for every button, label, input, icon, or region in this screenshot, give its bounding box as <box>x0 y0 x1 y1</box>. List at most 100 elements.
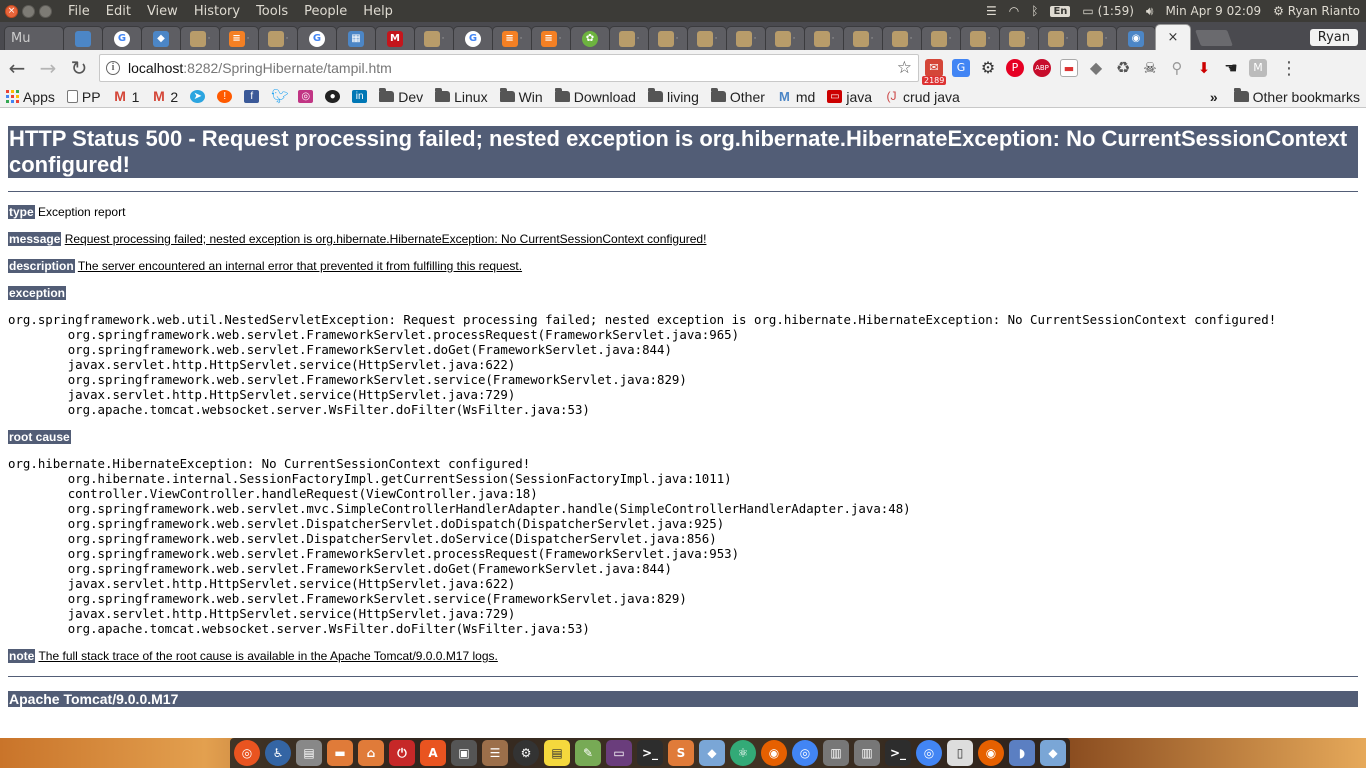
battery-indicator[interactable]: ▭ (1:59) <box>1082 4 1133 18</box>
menu-view[interactable]: View <box>139 4 186 19</box>
tab[interactable]: ✿ <box>570 26 610 50</box>
steam-icon[interactable]: ⚙ <box>513 740 539 766</box>
bookmark-apps[interactable]: Apps <box>0 89 61 105</box>
tab[interactable]: · <box>180 26 220 50</box>
bookmark-java[interactable]: ▭ java <box>821 89 878 105</box>
home-icon[interactable]: ⌂ <box>358 740 384 766</box>
menu-help[interactable]: Help <box>355 4 401 19</box>
bookmark-folder-other[interactable]: Other <box>705 88 771 105</box>
tab[interactable] <box>63 26 103 50</box>
atom-icon[interactable]: ⚛ <box>730 740 756 766</box>
tab[interactable]: · <box>843 26 883 50</box>
bookmark-folder-living[interactable]: living <box>642 88 705 105</box>
recycle-extension-icon[interactable]: ♻ <box>1114 59 1132 77</box>
volume-icon[interactable]: 🔊︎ <box>1146 4 1154 19</box>
folder-icon[interactable]: ▬ <box>327 740 353 766</box>
adblock-plus-extension-icon[interactable]: ABP <box>1033 59 1051 77</box>
virtualbox-icon[interactable]: ◆ <box>1040 740 1066 766</box>
bookmark-linkedin[interactable]: in <box>346 90 373 103</box>
hamburger-icon[interactable]: ☰ <box>986 4 997 18</box>
close-tab-icon[interactable]: × <box>1168 30 1179 45</box>
bookmark-gmail-2[interactable]: M2 <box>145 89 184 105</box>
tab[interactable]: · <box>882 26 922 50</box>
tab[interactable]: ◆ <box>141 26 181 50</box>
tab[interactable]: G <box>453 26 493 50</box>
bookmark-alert[interactable]: ! <box>211 90 238 103</box>
tab[interactable]: · <box>960 26 1000 50</box>
bookmark-folder-linux[interactable]: Linux <box>429 88 493 105</box>
tab[interactable]: ≡ · <box>219 26 259 50</box>
pinterest-extension-icon[interactable]: P <box>1006 59 1024 77</box>
tab[interactable]: · <box>687 26 727 50</box>
tab[interactable]: G <box>297 26 337 50</box>
wifi-icon[interactable]: ◠ <box>1009 4 1019 18</box>
tab[interactable]: · <box>1038 26 1078 50</box>
terminal-icon[interactable]: >_ <box>885 740 911 766</box>
bookmark-instagram[interactable]: ◎ <box>292 90 319 103</box>
user-menu[interactable]: ⚙ Ryan Rianto <box>1273 4 1360 18</box>
bookmark-folder-dev[interactable]: Dev <box>373 88 429 105</box>
hand-extension-icon[interactable]: ☚ <box>1222 59 1240 77</box>
firefox-icon[interactable]: ◉ <box>761 740 787 766</box>
menu-people[interactable]: People <box>296 4 355 19</box>
tab[interactable]: · <box>648 26 688 50</box>
translate-extension-icon[interactable]: G <box>952 59 970 77</box>
layers-extension-icon[interactable]: ◆ <box>1087 59 1105 77</box>
ubuntu-logo-icon[interactable]: ◎ <box>234 740 260 766</box>
tab[interactable]: · <box>726 26 766 50</box>
gmail-extension-icon[interactable]: ✉ 2189 <box>922 59 947 85</box>
tab[interactable]: · <box>804 26 844 50</box>
keyboard-layout[interactable]: En <box>1050 5 1071 17</box>
menu-history[interactable]: History <box>186 4 248 19</box>
tab-active[interactable]: × <box>1155 24 1191 50</box>
mixer-icon[interactable]: ☰ <box>482 740 508 766</box>
tab[interactable]: ≡ · <box>492 26 532 50</box>
tab[interactable]: G <box>102 26 142 50</box>
info-icon[interactable]: i <box>106 61 120 75</box>
power-icon[interactable]: ⏻ <box>389 740 415 766</box>
tab[interactable]: Mu <box>4 26 64 50</box>
tab[interactable]: · <box>609 26 649 50</box>
bookmark-twitter[interactable]: 🐦︎ <box>265 89 292 103</box>
bluetooth-icon[interactable]: ᛒ <box>1031 4 1038 18</box>
clock[interactable]: Min Apr 9 02:09 <box>1165 4 1261 18</box>
tab[interactable]: · <box>999 26 1039 50</box>
menu-tools[interactable]: Tools <box>248 4 296 19</box>
document-icon[interactable]: ▯ <box>947 740 973 766</box>
new-tab-button[interactable] <box>1195 30 1233 46</box>
reload-button[interactable]: ↻ <box>65 54 93 82</box>
back-button[interactable]: ← <box>3 54 31 82</box>
files-icon[interactable]: ▤ <box>296 740 322 766</box>
chrome-icon[interactable]: ◎ <box>916 740 942 766</box>
gear-extension-icon[interactable]: ⚙ <box>979 59 997 77</box>
firefox-icon[interactable]: ◉ <box>978 740 1004 766</box>
notes-icon[interactable]: ▤ <box>544 740 570 766</box>
bookmark-github[interactable]: ● <box>319 90 346 103</box>
tab[interactable]: · <box>414 26 454 50</box>
sublime-text-icon[interactable]: S <box>668 740 694 766</box>
bookmark-folder-other-bookmarks[interactable]: Other bookmarks <box>1228 88 1366 105</box>
bookmark-gmail-1[interactable]: M1 <box>107 89 146 105</box>
bookmarks-overflow-chevron-icon[interactable]: » <box>1200 89 1228 105</box>
m-extension-icon[interactable]: M <box>1249 59 1267 77</box>
system-monitor-icon[interactable]: ▣ <box>451 740 477 766</box>
star-icon[interactable]: ☆ <box>897 58 912 78</box>
skull-extension-icon[interactable]: ☠ <box>1141 59 1159 77</box>
address-bar[interactable]: i localhost:8282/SpringHibernate/tampil.… <box>99 54 919 82</box>
tab[interactable]: · <box>765 26 805 50</box>
archive-icon[interactable]: ▥ <box>823 740 849 766</box>
bookmark-pp[interactable]: PP <box>61 89 107 105</box>
tab[interactable]: · <box>258 26 298 50</box>
virtualbox-icon[interactable]: ◆ <box>699 740 725 766</box>
bookmark-crud-java[interactable]: (J crud java <box>878 89 966 105</box>
bookmark-folder-download[interactable]: Download <box>549 88 642 105</box>
chrome-icon[interactable]: ◎ <box>792 740 818 766</box>
tab[interactable]: · <box>921 26 961 50</box>
close-window-button[interactable]: × <box>5 4 18 18</box>
window-icon[interactable]: ▭ <box>606 740 632 766</box>
maximize-window-button[interactable] <box>39 4 52 18</box>
paint-icon[interactable]: ✎ <box>575 740 601 766</box>
menu-file[interactable]: File <box>60 4 98 19</box>
profile-button[interactable]: Ryan <box>1309 29 1358 46</box>
forward-button[interactable]: → <box>34 54 62 82</box>
